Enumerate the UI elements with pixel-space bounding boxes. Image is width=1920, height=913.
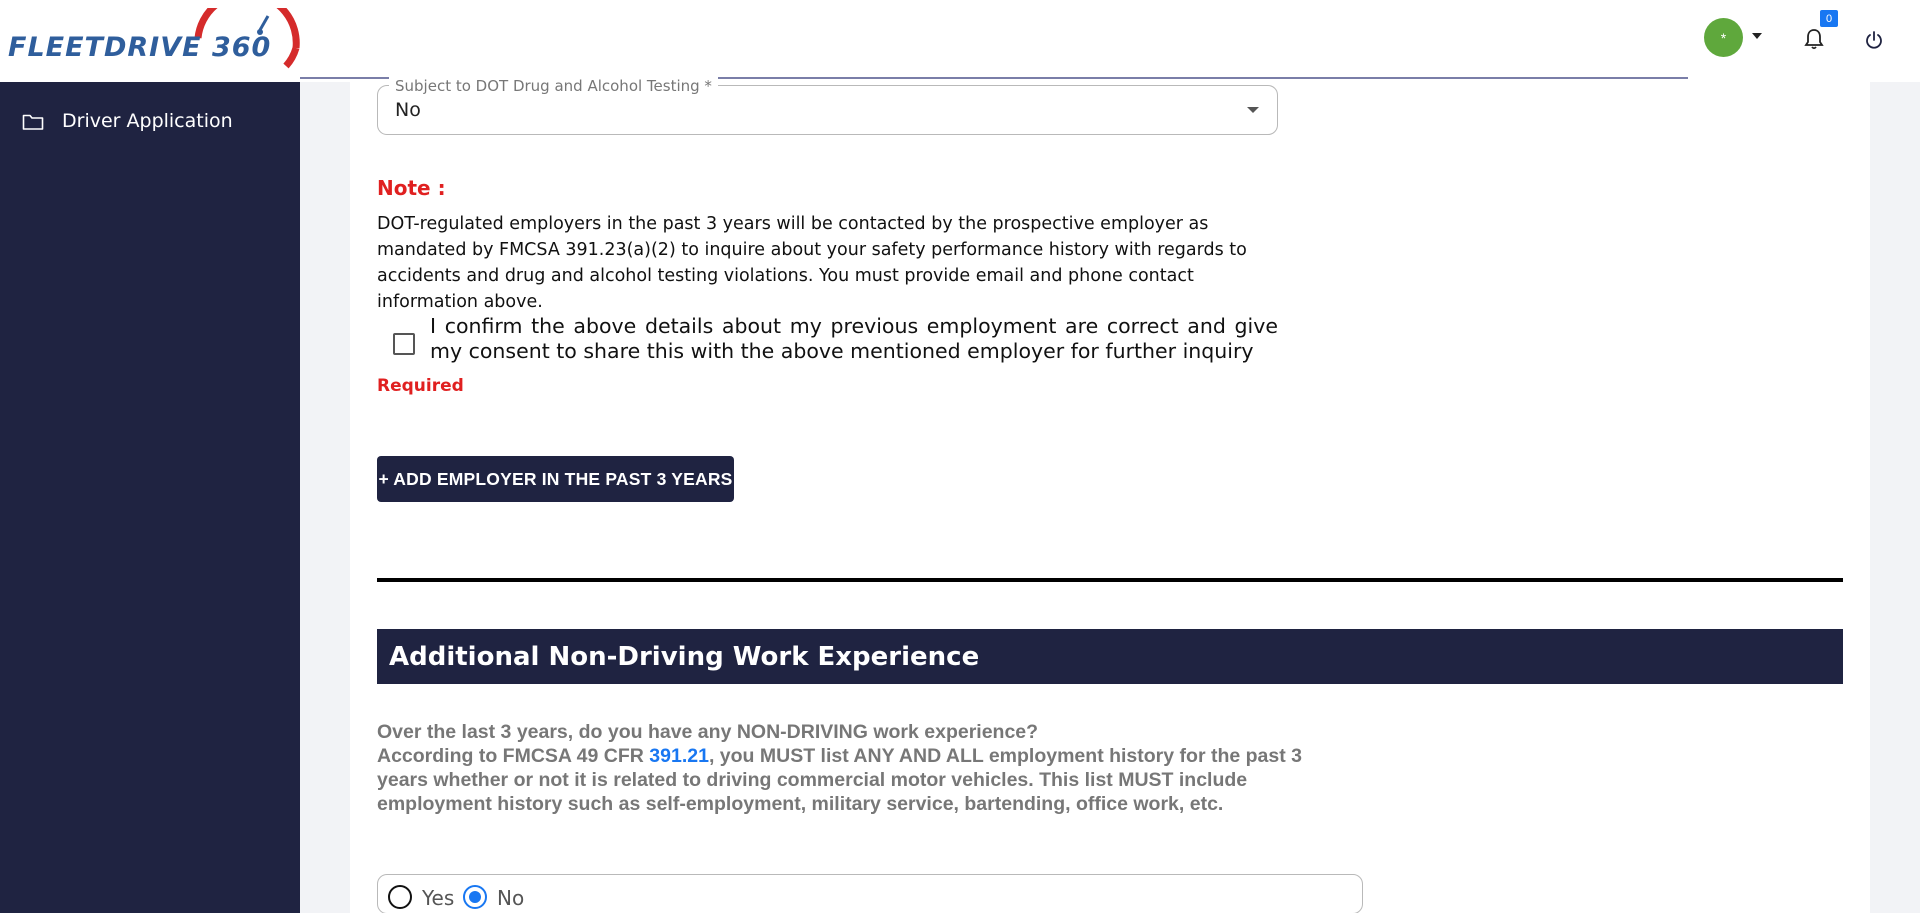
section-divider <box>377 578 1843 582</box>
notification-count-badge: 0 <box>1820 10 1838 27</box>
non-driving-question-text: Over the last 3 years, do you have any N… <box>377 720 1357 816</box>
logo-text: FLEETDRIVE 360 <box>8 32 272 63</box>
chevron-down-icon[interactable] <box>1752 33 1762 39</box>
top-header: FLEETDRIVE 360 * 0 <box>0 0 1920 82</box>
avatar[interactable]: * <box>1704 18 1743 57</box>
cfr-391-21-link[interactable]: 391.21 <box>649 745 709 767</box>
dot-testing-value: No <box>395 99 421 121</box>
question-line: Over the last 3 years, do you have any N… <box>377 721 1039 743</box>
folder-icon <box>22 114 44 130</box>
info-paragraph: According to FMCSA 49 CFR 391.21, you MU… <box>377 744 1357 816</box>
power-icon[interactable] <box>1864 30 1884 50</box>
sidebar-item-label: Driver Application <box>62 110 233 132</box>
section-header: Additional Non-Driving Work Experience <box>377 629 1843 684</box>
radio-yes[interactable] <box>388 885 412 909</box>
dot-testing-label: Subject to DOT Drug and Alcohol Testing … <box>389 77 718 95</box>
sidebar-item-driver-application[interactable]: Driver Application <box>0 100 300 144</box>
bell-icon[interactable] <box>1804 28 1824 50</box>
radio-yes-label: Yes <box>422 886 455 910</box>
non-driving-radio-group: Yes No <box>377 874 1363 913</box>
required-error: Required <box>377 376 464 396</box>
fleetdrive-logo[interactable]: FLEETDRIVE 360 <box>8 8 300 70</box>
sidebar: Driver Application <box>0 82 300 913</box>
note-title: Note : <box>377 176 446 200</box>
consent-checkbox[interactable] <box>393 333 415 355</box>
add-employer-button[interactable]: + ADD EMPLOYER IN THE PAST 3 YEARS <box>377 456 734 502</box>
section-title: Additional Non-Driving Work Experience <box>389 642 980 672</box>
radio-no-label: No <box>497 886 525 910</box>
note-body: DOT-regulated employers in the past 3 ye… <box>377 214 1247 312</box>
dropdown-arrow-icon[interactable] <box>1247 107 1259 113</box>
radio-no[interactable] <box>463 885 487 909</box>
info-text-before: According to FMCSA 49 CFR <box>377 745 650 767</box>
consent-text: I confirm the above details about my pre… <box>430 314 1278 363</box>
